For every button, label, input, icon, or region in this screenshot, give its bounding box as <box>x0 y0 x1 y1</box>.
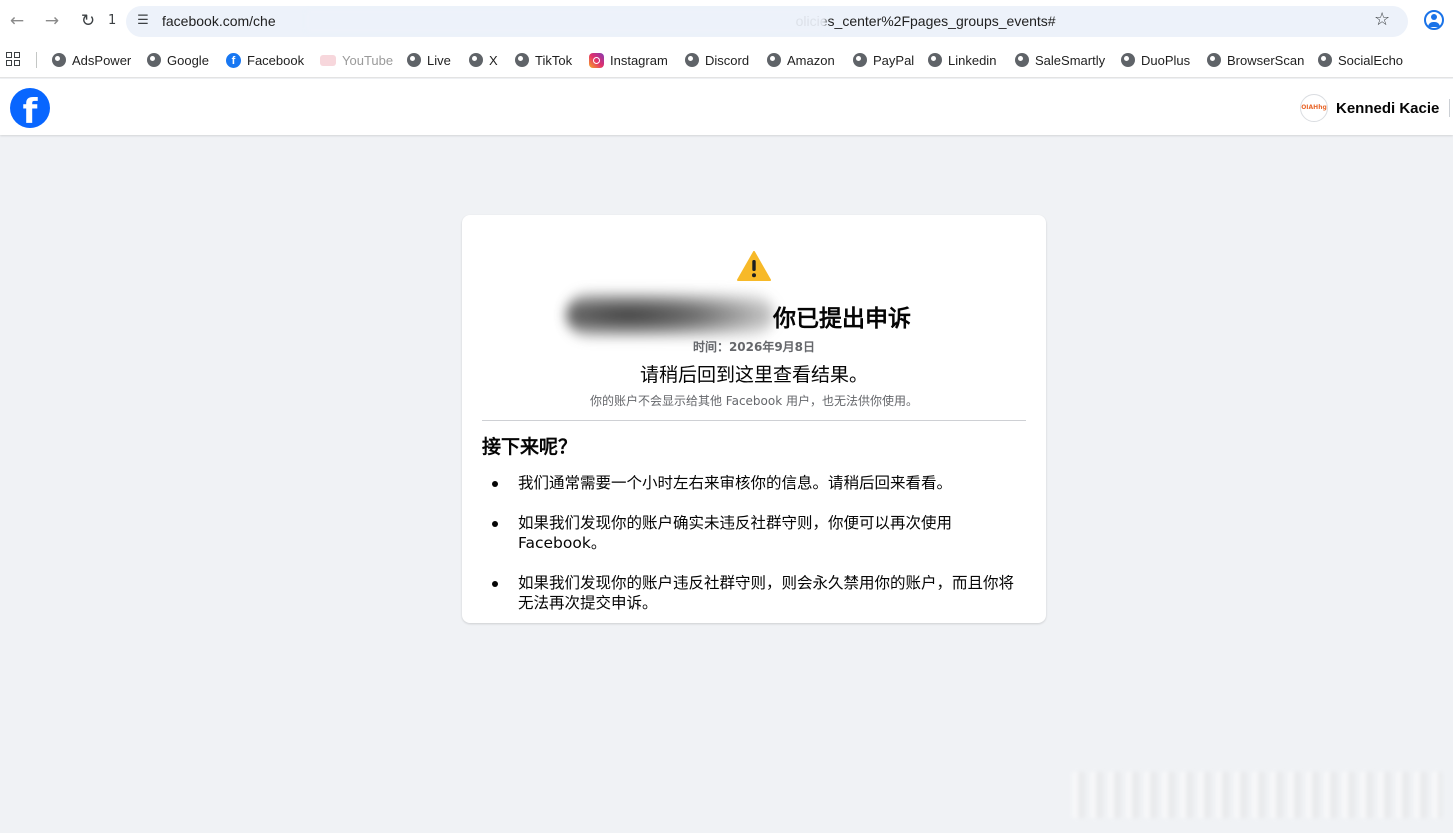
next-steps-heading: 接下来呢？ <box>482 436 578 458</box>
facebook-header: f OIAHhg Kennedi Kacie <box>0 79 1453 135</box>
globe-icon <box>928 53 942 67</box>
warning-icon <box>737 251 771 281</box>
globe-icon <box>515 53 529 67</box>
youtube-icon <box>320 54 336 66</box>
bookmark-star-icon[interactable]: ☆ <box>1374 9 1390 30</box>
globe-icon <box>1207 53 1221 67</box>
list-item: 如果我们发现你的账户违反社群守则，则会永久禁用你的账户，而且你将无法再次提交申诉… <box>482 573 1022 613</box>
appeal-status-card: 你已提出申诉 时间：2026年9月8日 请稍后回到这里查看结果。 你的账户不会显… <box>462 215 1046 623</box>
page-title: 你已提出申诉 <box>773 306 911 332</box>
bookmark-browserscan[interactable]: BrowserScan <box>1207 50 1304 70</box>
instagram-icon <box>589 52 604 68</box>
browser-toolbar: ← → ↻ 1 ☰ facebook.com/che olicies_center… <box>0 0 1453 42</box>
list-item: 我们通常需要一个小时左右来审核你的信息。请稍后回来看看。 <box>482 473 1022 493</box>
globe-icon <box>767 53 781 67</box>
url-redaction <box>306 10 826 32</box>
bookmark-discord[interactable]: Discord <box>685 50 749 70</box>
bookmark-instagram[interactable]: Instagram <box>589 50 668 70</box>
bookmark-salesmartly[interactable]: SaleSmartly <box>1015 50 1105 70</box>
back-arrow-icon[interactable]: ← <box>6 10 28 32</box>
globe-icon <box>1015 53 1029 67</box>
bookmark-linkedin[interactable]: Linkedin <box>928 50 996 70</box>
bookmark-x[interactable]: X <box>469 50 498 70</box>
reload-icon[interactable]: ↻ <box>77 10 99 32</box>
list-item: 如果我们发现你的账户确实未违反社群守则，你便可以再次使用 Facebook。 <box>482 513 1022 553</box>
bookmarks-bar: AdsPower Google f Facebook YouTube Live X… <box>0 42 1453 78</box>
bookmark-youtube[interactable]: YouTube <box>320 50 393 70</box>
blurred-watermark <box>1070 772 1442 818</box>
user-name: Kennedi Kacie <box>1336 99 1440 117</box>
globe-icon <box>853 53 867 67</box>
user-menu[interactable]: OIAHhg Kennedi Kacie <box>1300 93 1439 123</box>
avatar: OIAHhg <box>1300 94 1328 122</box>
next-steps-list: 我们通常需要一个小时左右来审核你的信息。请稍后回来看看。 如果我们发现你的账户确… <box>482 473 1022 633</box>
bookmark-amazon[interactable]: Amazon <box>767 50 835 70</box>
facebook-logo-icon[interactable]: f <box>10 88 50 128</box>
globe-icon <box>1318 53 1332 67</box>
bookmark-duoplus[interactable]: DuoPlus <box>1121 50 1190 70</box>
globe-icon <box>147 53 161 67</box>
globe-icon <box>52 53 66 67</box>
bookmark-facebook[interactable]: f Facebook <box>226 50 304 70</box>
header-edge-divider <box>1449 99 1453 117</box>
bookmark-live[interactable]: Live <box>407 50 451 70</box>
forward-arrow-icon[interactable]: → <box>41 10 63 32</box>
apps-grid-icon[interactable] <box>6 52 20 66</box>
url-start: facebook.com/che <box>162 13 276 29</box>
appeal-time: 时间：2026年9月8日 <box>692 340 816 354</box>
bookmark-socialecho[interactable]: SocialEcho <box>1318 50 1403 70</box>
site-info-icon[interactable]: ☰ <box>134 12 152 30</box>
bookmark-paypal[interactable]: PayPal <box>853 50 914 70</box>
bookmarks-separator <box>36 52 37 68</box>
bookmark-adspower[interactable]: AdsPower <box>52 50 131 70</box>
globe-icon <box>685 53 699 67</box>
tab-count: 1 <box>108 13 117 28</box>
globe-icon <box>407 53 421 67</box>
globe-icon <box>469 53 483 67</box>
globe-icon <box>1121 53 1135 67</box>
address-bar[interactable]: ☰ facebook.com/che olicies_center%2Fpages… <box>126 6 1408 37</box>
account-visibility-note: 你的账户不会显示给其他 Facebook 用户，也无法供你使用。 <box>589 394 919 408</box>
facebook-icon: f <box>226 52 241 68</box>
bookmark-tiktok[interactable]: TikTok <box>515 50 572 70</box>
divider <box>482 420 1026 421</box>
bookmark-google[interactable]: Google <box>147 50 209 70</box>
url-end: olicies_center%2Fpages_groups_events# <box>795 13 1056 29</box>
status-message: 请稍后回到这里查看结果。 <box>639 364 868 386</box>
profile-icon[interactable] <box>1424 10 1444 30</box>
